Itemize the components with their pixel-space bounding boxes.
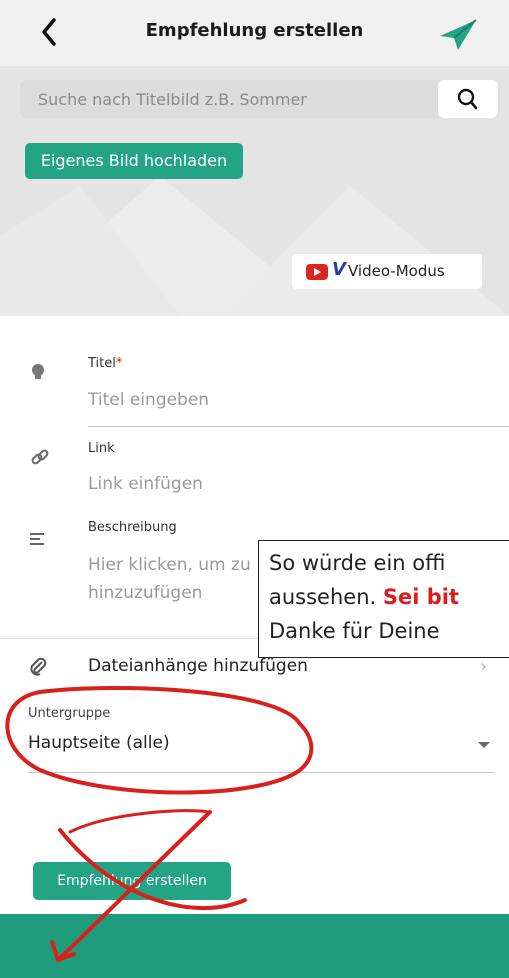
overlay-line2: aussehen. Sei bit bbox=[269, 585, 460, 609]
overlay-note: So würde ein offi aussehen. Sei bit Dank… bbox=[258, 540, 509, 658]
search-placeholder: Suche nach Titelbild z.B. Sommer bbox=[38, 90, 307, 109]
description-input-line1[interactable]: Hier klicken, um zu bbox=[88, 555, 251, 575]
description-input-line2[interactable]: hinzuzufügen bbox=[88, 583, 202, 603]
youtube-icon bbox=[306, 264, 328, 280]
vimeo-icon: V bbox=[332, 259, 346, 280]
subgroup-select[interactable]: Hauptseite (alle) bbox=[28, 733, 170, 753]
description-label: Beschreibung bbox=[88, 520, 177, 535]
title-label: Titel* bbox=[88, 356, 123, 371]
footer-bar bbox=[0, 914, 509, 978]
title-underline bbox=[88, 426, 509, 427]
search-button[interactable] bbox=[438, 80, 498, 118]
upload-image-button[interactable]: Eigenes Bild hochladen bbox=[25, 143, 243, 179]
link-label: Link bbox=[88, 441, 115, 456]
paperclip-icon bbox=[28, 657, 48, 677]
overlay-line1: So würde ein offi bbox=[269, 551, 446, 575]
chevron-right-icon: › bbox=[480, 656, 488, 677]
link-input[interactable]: Link einfügen bbox=[88, 474, 203, 494]
link-icon bbox=[30, 448, 50, 468]
subgroup-underline bbox=[28, 772, 494, 773]
video-mode-label: Video-Modus bbox=[348, 262, 445, 280]
search-icon bbox=[457, 88, 478, 110]
lightbulb-icon bbox=[28, 362, 48, 382]
page-title: Empfehlung erstellen bbox=[145, 20, 364, 41]
title-input[interactable]: Titel eingeben bbox=[88, 390, 209, 410]
subgroup-label: Untergruppe bbox=[28, 706, 111, 721]
send-icon[interactable] bbox=[436, 16, 480, 52]
overlay-line3: Danke für Deine bbox=[269, 619, 440, 643]
text-align-icon bbox=[28, 530, 48, 550]
create-recommendation-button[interactable]: Empfehlung erstellen bbox=[33, 862, 231, 900]
attachments-button[interactable]: Dateianhänge hinzufügen bbox=[88, 656, 308, 676]
cross-stroke-3 bbox=[68, 809, 210, 834]
dropdown-arrow-icon[interactable] bbox=[478, 742, 490, 748]
